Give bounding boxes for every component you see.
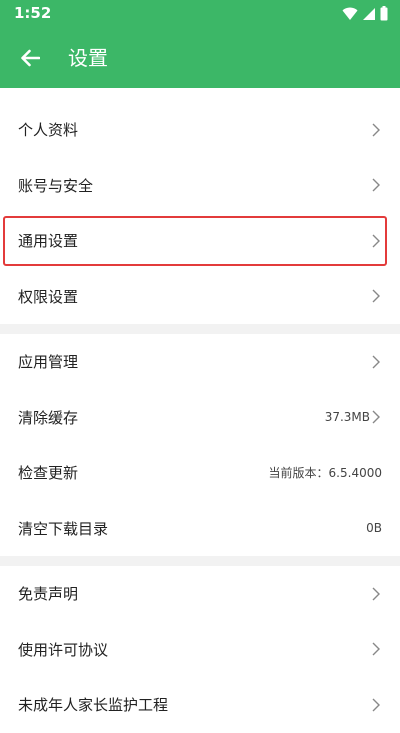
settings-item-profile[interactable]: 个人资料 [0,102,400,158]
settings-item-account-security[interactable]: 账号与安全 [0,158,400,214]
settings-item-label: 应用管理 [18,353,79,372]
top-spacer [0,88,400,102]
app-bar: 设置 [0,28,400,88]
settings-item-label: 权限设置 [18,287,79,306]
settings-item-general[interactable]: 通用设置 [0,213,400,269]
download-size-value: 0B [366,521,382,536]
settings-item-check-update[interactable]: 检查更新 当前版本：6.5.4000 [0,445,400,501]
battery-icon [380,6,388,25]
chevron-right-icon [372,642,380,656]
settings-item-clear-cache[interactable]: 清除缓存 37.3MB [0,390,400,446]
settings-group-legal: 免责声明 使用许可协议 未成年人家长监护工程 [0,566,400,733]
cache-size-value: 37.3MB [324,410,370,425]
settings-list: 个人资料 账号与安全 通用设置 权限设置 应用管理 清除缓存 37.3MB 检查… [0,88,400,733]
settings-item-label: 账号与安全 [18,176,94,195]
settings-item-parental-guardianship[interactable]: 未成年人家长监护工程 [0,677,400,733]
settings-item-license[interactable]: 使用许可协议 [0,622,400,678]
chevron-right-icon [372,355,380,369]
version-value: 当前版本：6.5.4000 [268,466,382,481]
settings-item-permissions[interactable]: 权限设置 [0,269,400,325]
wifi-icon [342,6,358,25]
signal-icon [362,6,376,25]
chevron-right-icon [372,410,380,424]
chevron-right-icon [372,587,380,601]
chevron-right-icon [372,123,380,137]
settings-group-account: 个人资料 账号与安全 通用设置 权限设置 [0,102,400,324]
settings-item-label: 清空下载目录 [18,519,109,538]
settings-item-app-management[interactable]: 应用管理 [0,334,400,390]
chevron-right-icon [372,178,380,192]
chevron-right-icon [372,234,380,248]
page-title: 设置 [68,46,108,70]
settings-item-label: 个人资料 [18,121,79,140]
settings-item-label: 未成年人家长监护工程 [18,696,169,715]
status-bar: 1:52 [0,0,400,28]
settings-item-label: 通用设置 [18,232,79,251]
status-icons [342,6,388,25]
back-arrow-icon [21,49,40,67]
chevron-right-icon [372,289,380,303]
settings-item-label: 检查更新 [18,464,79,483]
settings-item-label: 免责声明 [18,585,79,604]
section-divider [0,556,400,566]
back-button[interactable] [14,42,46,74]
chevron-right-icon [372,698,380,712]
status-time: 1:52 [14,4,52,22]
settings-item-clear-downloads[interactable]: 清空下载目录 0B [0,501,400,557]
settings-item-label: 使用许可协议 [18,640,109,659]
section-divider [0,324,400,334]
settings-item-label: 清除缓存 [18,408,79,427]
settings-group-app: 应用管理 清除缓存 37.3MB 检查更新 当前版本：6.5.4000 清空下载… [0,334,400,556]
settings-item-disclaimer[interactable]: 免责声明 [0,566,400,622]
